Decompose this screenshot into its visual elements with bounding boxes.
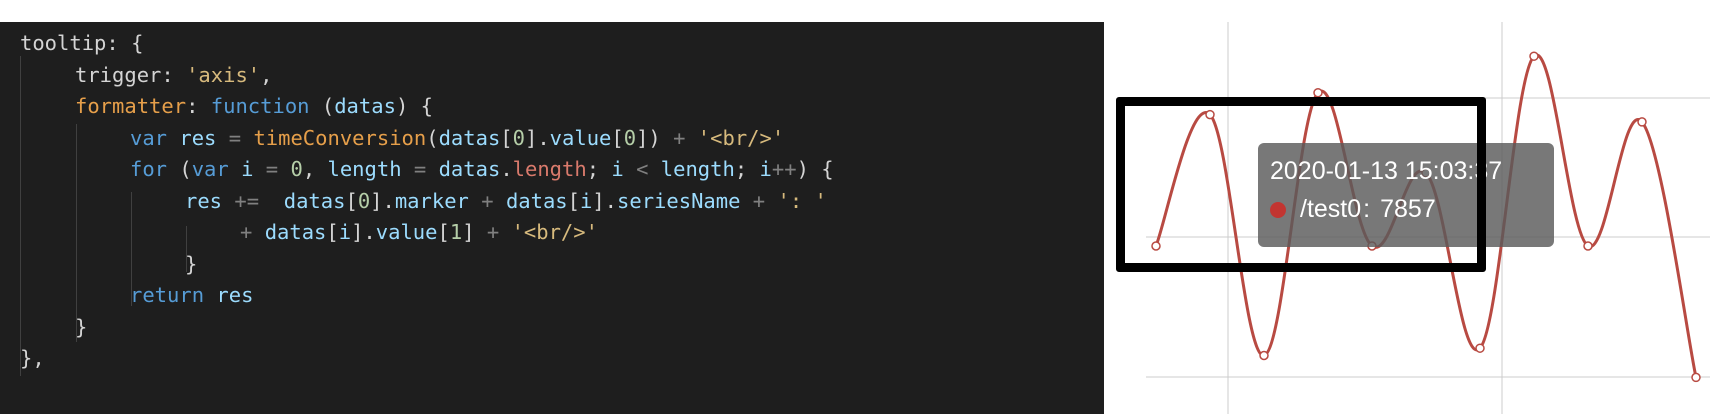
data-point[interactable] bbox=[1259, 350, 1269, 361]
code-token: ]) bbox=[636, 125, 674, 150]
code-token: value bbox=[549, 125, 612, 150]
code-line: } bbox=[75, 310, 87, 344]
code-token: ]. bbox=[592, 188, 618, 213]
code-token: datas bbox=[283, 188, 346, 213]
code-line: trigger: 'axis', bbox=[75, 58, 273, 92]
code-token: + bbox=[486, 220, 512, 244]
data-point[interactable] bbox=[1529, 51, 1539, 61]
code-token: formatter bbox=[75, 94, 187, 118]
code-token: i bbox=[241, 157, 254, 181]
data-point[interactable] bbox=[1583, 241, 1593, 251]
code-editor[interactable]: tooltip: {trigger: 'axis', formatter: fun… bbox=[0, 22, 1104, 414]
code-token: ) { bbox=[395, 94, 433, 118]
indent-guide bbox=[20, 56, 21, 376]
code-token: + bbox=[673, 125, 698, 150]
code-token: ]. bbox=[351, 220, 376, 244]
code-token: i bbox=[338, 220, 352, 244]
code-token: = bbox=[253, 157, 291, 181]
data-point[interactable] bbox=[1475, 343, 1485, 353]
code-token: datas bbox=[264, 220, 327, 244]
code-token: ( bbox=[167, 157, 192, 181]
code-token: 0 bbox=[623, 125, 637, 150]
code-token: function bbox=[210, 94, 310, 118]
code-token: , bbox=[302, 157, 328, 181]
code-line: res += datas[0].marker + datas[i].series… bbox=[185, 184, 827, 218]
code-token: res bbox=[179, 125, 217, 150]
code-token: i bbox=[759, 157, 772, 181]
code-token: length bbox=[512, 157, 587, 181]
code-token: } bbox=[185, 251, 198, 276]
code-token: [ bbox=[345, 188, 358, 213]
code-token: = bbox=[216, 125, 254, 150]
code-token: [ bbox=[611, 125, 624, 150]
code-token: ( bbox=[309, 94, 335, 118]
code-token: [ bbox=[567, 188, 580, 213]
code-token: datas bbox=[438, 125, 501, 150]
code-token: ; bbox=[734, 157, 760, 181]
code-line: } bbox=[185, 247, 197, 281]
code-token: '<br/>' bbox=[511, 220, 598, 244]
code-token: ] bbox=[462, 220, 487, 244]
code-token: ]. bbox=[370, 188, 395, 213]
code-token: return bbox=[130, 283, 217, 307]
code-token: += bbox=[222, 188, 284, 213]
code-token: } bbox=[75, 314, 88, 339]
code-token: length bbox=[327, 157, 402, 181]
code-token: for bbox=[130, 157, 168, 181]
code-token: + bbox=[740, 188, 778, 213]
code-line: }, bbox=[20, 341, 45, 375]
code-token: seriesName bbox=[617, 188, 741, 213]
data-point[interactable] bbox=[1313, 87, 1323, 98]
code-line: + datas[i].value[1] + '<br/>' bbox=[240, 215, 598, 249]
data-point[interactable] bbox=[1691, 372, 1701, 383]
code-token: ; bbox=[586, 157, 612, 181]
code-token: timeConversion bbox=[253, 125, 427, 150]
code-token: : bbox=[186, 94, 211, 118]
code-token: marker bbox=[394, 188, 469, 213]
code-token: res bbox=[185, 188, 223, 213]
code-token: 1 bbox=[449, 220, 463, 244]
code-token: ) { bbox=[796, 157, 834, 181]
code-token: }, bbox=[20, 346, 45, 370]
code-token: = bbox=[401, 157, 439, 181]
data-point[interactable] bbox=[1637, 117, 1647, 127]
code-token: res bbox=[216, 283, 254, 307]
code-token: tooltip: { bbox=[20, 31, 144, 55]
code-token: < bbox=[623, 157, 661, 181]
code-token: ( bbox=[426, 125, 439, 150]
code-token: 0 bbox=[290, 157, 303, 181]
code-line: for (var i = 0, length = datas.length; i… bbox=[130, 152, 834, 186]
code-line: tooltip: { bbox=[20, 26, 143, 60]
code-token: [ bbox=[500, 125, 513, 150]
code-token: datas bbox=[505, 188, 568, 213]
code-token: trigger: bbox=[75, 62, 187, 87]
highlight-box bbox=[1116, 97, 1486, 272]
code-token: '<br/>' bbox=[697, 125, 785, 150]
code-token: . bbox=[500, 157, 513, 181]
code-token: i bbox=[580, 188, 593, 213]
code-token: + bbox=[468, 188, 506, 213]
code-token: datas bbox=[334, 94, 396, 118]
chart-panel[interactable]: 2020-01-13 15:03:37 /test0 : 7857 bbox=[1116, 22, 1710, 414]
code-token: [ bbox=[326, 220, 339, 244]
code-token: + bbox=[240, 220, 265, 244]
code-token: , bbox=[260, 62, 273, 87]
code-token: [ bbox=[437, 220, 450, 244]
code-token: var bbox=[191, 157, 242, 181]
code-token: ]. bbox=[524, 125, 550, 150]
code-token: i bbox=[611, 157, 624, 181]
code-token: ++ bbox=[771, 157, 797, 181]
code-line: formatter: function (datas) { bbox=[75, 89, 433, 123]
code-token: length bbox=[660, 157, 735, 181]
code-line: var res = timeConversion(datas[0].value[… bbox=[130, 121, 784, 155]
code-token: var bbox=[130, 125, 180, 150]
code-token: datas bbox=[438, 157, 501, 181]
code-token: ': ' bbox=[777, 188, 827, 213]
code-token: 'axis' bbox=[186, 62, 261, 87]
code-token: 0 bbox=[357, 188, 371, 213]
code-token: value bbox=[375, 220, 438, 244]
code-line: return res bbox=[130, 278, 253, 312]
code-token: 0 bbox=[512, 125, 525, 150]
